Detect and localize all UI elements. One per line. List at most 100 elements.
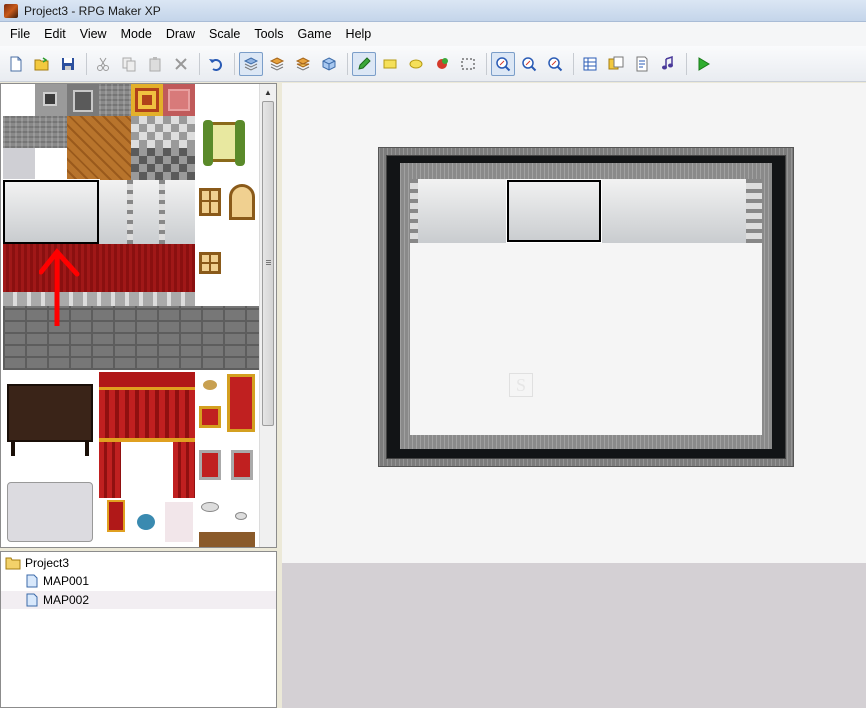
scroll-up-arrow-icon[interactable]: ▲ [260,84,276,100]
grip-line [266,262,271,263]
tile-wall-panel[interactable] [99,180,195,244]
toolbar [0,46,866,82]
menu-file[interactable]: File [3,22,37,46]
tile-stone-statue[interactable] [67,84,99,116]
save-button[interactable] [56,52,80,76]
map-tree[interactable]: Project3 MAP001 MAP002 [0,551,277,708]
undo-button[interactable] [204,52,228,76]
layer2-button[interactable] [265,52,289,76]
materials-button[interactable] [604,52,628,76]
event-layer-icon [322,56,336,71]
copy-button[interactable] [117,52,141,76]
tile-light-gray[interactable] [3,148,35,180]
menu-help[interactable]: Help [339,22,379,46]
tile-red-wall[interactable] [3,244,195,292]
new-button[interactable] [4,52,28,76]
tile-small-window[interactable] [195,244,259,308]
paste-button[interactable] [143,52,167,76]
tree-item-map002[interactable]: MAP002 [1,591,276,609]
script-editor-button[interactable] [630,52,654,76]
menu-edit[interactable]: Edit [37,22,73,46]
wall-pillar [754,179,762,243]
wall-pillar [746,179,754,243]
zoom-1-1-button[interactable] [491,51,515,76]
database-button[interactable] [578,52,602,76]
tile-cobblestone-edge[interactable] [3,116,67,148]
zoom-1-1-icon [496,56,511,71]
map-canvas[interactable]: S [282,83,866,563]
map-name: MAP001 [43,574,90,588]
tile-red-chairs[interactable] [195,436,259,492]
tile-window-square[interactable] [195,180,259,244]
map-tile-cursor[interactable] [506,179,602,243]
zoom-1-4-button[interactable] [543,52,567,76]
tile-cobblestone[interactable] [99,84,131,116]
folder-icon [5,557,21,570]
menu-scale[interactable]: Scale [202,22,247,46]
delete-button[interactable] [169,52,193,76]
tileset-scrollbar[interactable]: ▲ [259,84,276,547]
toolbar-separator [347,52,348,75]
layer3-icon [295,56,311,71]
script-editor-icon [636,56,648,71]
tile-dark-table[interactable] [3,372,99,468]
event-layer-button[interactable] [317,52,341,76]
tile-wall-panel-selected[interactable] [2,179,100,245]
pencil-button[interactable] [352,51,376,76]
player-start-marker[interactable]: S [509,373,533,397]
layer1-button[interactable] [239,51,263,76]
tree-item-map001[interactable]: MAP001 [1,572,276,590]
app-icon[interactable] [4,3,18,18]
toolbar-separator [573,52,574,75]
menu-draw[interactable]: Draw [159,22,202,46]
cut-button[interactable] [91,52,115,76]
rectangle-button[interactable] [378,52,402,76]
tile-throne[interactable] [195,372,259,436]
tile-checker-floor-2[interactable] [131,148,195,180]
menu-view[interactable]: View [73,22,114,46]
ellipse-button[interactable] [404,52,428,76]
cut-icon [97,57,109,71]
tile-wood-parquet[interactable] [67,116,131,180]
delete-icon [175,57,187,70]
select-icon [461,58,475,69]
select-button[interactable] [456,52,480,76]
window-title: Project3 - RPG Maker XP [24,3,161,18]
tile-banner[interactable] [99,500,195,547]
sound-test-button[interactable] [656,52,680,76]
tile-pink-carpet[interactable] [163,84,195,116]
tile-checker-floor[interactable] [131,116,195,148]
menu-tools[interactable]: Tools [247,22,290,46]
scrollbar-thumb[interactable] [262,101,274,426]
tile-red-curtain[interactable] [99,372,195,500]
wall-pillar [410,179,418,243]
tile-white[interactable] [35,148,67,180]
tile-red-wall-trim[interactable] [3,292,195,306]
undo-icon [209,58,222,71]
menu-game[interactable]: Game [291,22,339,46]
open-button[interactable] [30,52,54,76]
sound-test-icon [662,55,673,69]
playtest-button[interactable] [691,52,715,76]
fill-button[interactable] [430,52,454,76]
tile-curtain-window[interactable] [195,116,259,180]
tile-tea-set[interactable] [195,492,259,547]
layer3-button[interactable] [291,52,315,76]
ellipse-icon [409,59,423,68]
toolbar-separator [199,52,200,75]
copy-icon [122,57,136,71]
tile-gold-carpet[interactable] [131,84,163,116]
tree-project-root[interactable]: Project3 [1,554,276,572]
materials-icon [608,56,624,69]
zoom-1-2-button[interactable] [517,52,541,76]
tile-stone-pillar[interactable] [35,84,67,116]
tile-blank-2[interactable] [195,84,259,116]
annotation-arrow-icon [39,248,80,326]
playtest-icon [698,56,710,71]
title-bar: Project3 - RPG Maker XP [0,0,866,22]
tileset-palette[interactable]: ▲ [0,83,277,548]
grip-line [266,264,271,265]
tile-white-table[interactable] [3,480,99,547]
tile-blank[interactable] [3,84,35,116]
menu-mode[interactable]: Mode [114,22,159,46]
